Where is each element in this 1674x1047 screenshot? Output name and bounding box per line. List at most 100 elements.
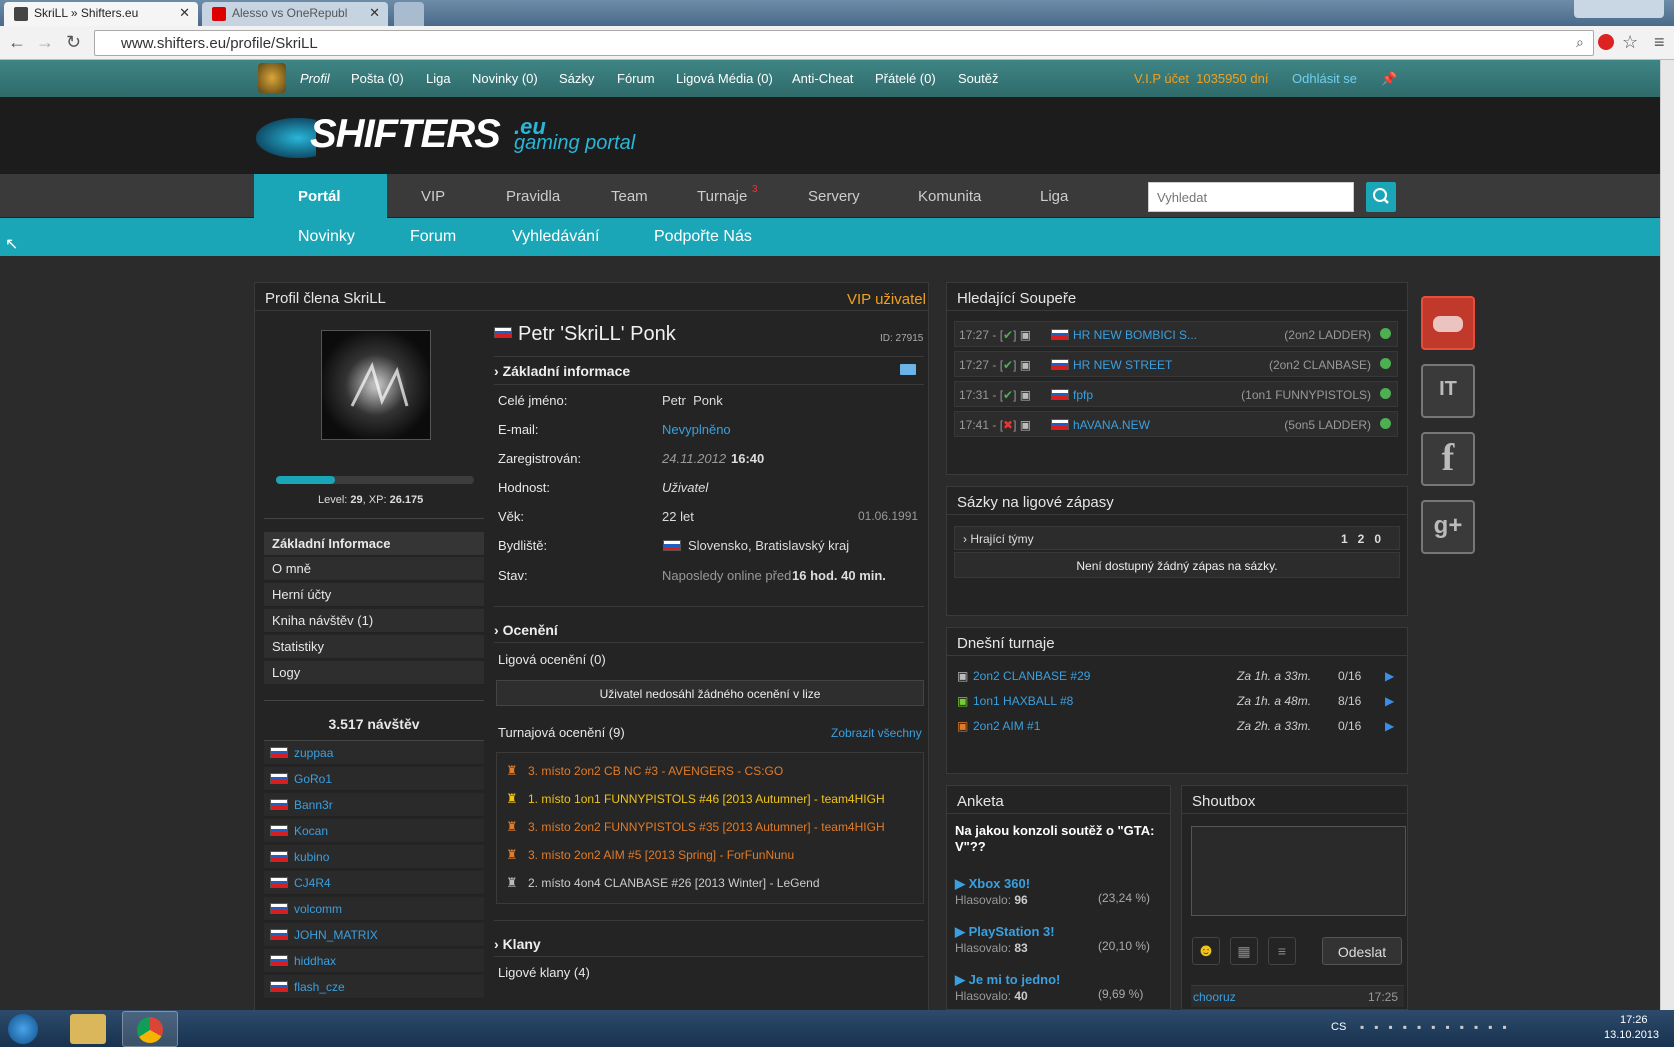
topbar-soutez[interactable]: Soutěž bbox=[958, 71, 998, 86]
visitor-item[interactable]: kubino bbox=[264, 845, 484, 869]
tab-shifters[interactable]: SkriLL » Shifters.eu ✕ bbox=[4, 2, 198, 26]
tab-youtube[interactable]: Alesso vs OneRepubl ✕ bbox=[202, 2, 388, 26]
it-icon[interactable]: IT bbox=[1421, 364, 1475, 418]
nav-turnaje[interactable]: Turnaje bbox=[697, 188, 747, 205]
sidemenu-game-accounts[interactable]: Herní účty bbox=[264, 583, 484, 607]
visitor-item[interactable]: JOHN_MATRIX bbox=[264, 923, 484, 947]
flag-icon bbox=[270, 799, 288, 810]
subnav-vyhledavani[interactable]: Vyhledávání bbox=[512, 228, 599, 246]
opponent-row[interactable]: 17:27 - [✔] ▣ HR NEW STREET (2on2 CLANBA… bbox=[954, 351, 1398, 377]
visitor-item[interactable]: CJ4R4 bbox=[264, 871, 484, 895]
poll-option[interactable]: ▶ PlayStation 3! bbox=[955, 924, 1055, 940]
window-controls[interactable] bbox=[1574, 0, 1664, 18]
topbar-posta[interactable]: Pošta (0) bbox=[351, 71, 404, 86]
award-item[interactable]: 2. místo 4on4 CLANBASE #26 [2013 Winter]… bbox=[528, 876, 948, 890]
nav-liga[interactable]: Liga bbox=[1040, 188, 1068, 205]
explorer-icon[interactable] bbox=[70, 1014, 106, 1044]
google-plus-icon[interactable]: g+ bbox=[1421, 500, 1475, 554]
visitor-item[interactable]: flash_cze bbox=[264, 975, 484, 999]
page-scrollbar[interactable] bbox=[1660, 60, 1674, 1010]
visitor-item[interactable]: Kocan bbox=[264, 819, 484, 843]
poll-option[interactable]: ▶ Xbox 360! bbox=[955, 876, 1030, 892]
visitor-item[interactable]: volcomm bbox=[264, 897, 484, 921]
subnav-forum[interactable]: Forum bbox=[410, 228, 456, 246]
nav-servery[interactable]: Servery bbox=[808, 188, 860, 205]
close-icon[interactable]: ✕ bbox=[179, 5, 190, 21]
topbar-novinky[interactable]: Novinky (0) bbox=[472, 71, 538, 86]
topbar-sazky[interactable]: Sázky bbox=[559, 71, 594, 86]
visitor-item[interactable]: zuppaa bbox=[264, 741, 484, 765]
sidemenu-about[interactable]: O mně bbox=[264, 557, 484, 581]
nav-portal[interactable]: Portál bbox=[298, 188, 341, 205]
nav-komunita[interactable]: Komunita bbox=[918, 188, 981, 205]
pin-icon[interactable]: 📌 bbox=[1381, 71, 1397, 87]
topbar-profil[interactable]: Profil bbox=[300, 71, 330, 86]
search-button[interactable] bbox=[1366, 182, 1396, 212]
topbar-pratele[interactable]: Přátelé (0) bbox=[875, 71, 936, 86]
subnav-podporte-nas[interactable]: Podpořte Nás bbox=[654, 228, 752, 246]
poll-option[interactable]: ▶ Je mi to jedno! bbox=[955, 972, 1060, 988]
nav-pravidla[interactable]: Pravidla bbox=[506, 188, 560, 205]
divider bbox=[1181, 813, 1408, 814]
visitor-name: volcomm bbox=[294, 902, 343, 916]
tournament-row[interactable]: ▣ 2on2 AIM #1 Za 2h. a 33m. 0/16 ▶ bbox=[957, 719, 1397, 739]
award-item[interactable]: 1. místo 1on1 FUNNYPISTOLS #46 [2013 Aut… bbox=[528, 792, 948, 806]
award-item[interactable]: 3. místo 2on2 CB NC #3 - AVENGERS - CS:G… bbox=[528, 764, 948, 778]
opponent-row[interactable]: 17:31 - [✔] ▣ fpfp (1on1 FUNNYPISTOLS) bbox=[954, 381, 1398, 407]
chrome-taskbar-button[interactable] bbox=[122, 1011, 178, 1047]
topbar-forum[interactable]: Fórum bbox=[617, 71, 655, 86]
poll-option-label: Je mi to jedno! bbox=[968, 972, 1061, 987]
star-icon[interactable]: ☆ bbox=[1622, 32, 1638, 53]
address-bar[interactable]: www.shifters.eu/profile/SkriLL bbox=[94, 30, 1594, 56]
facebook-icon[interactable]: f bbox=[1421, 432, 1475, 486]
menu-icon[interactable]: ≡ bbox=[1654, 32, 1665, 53]
smiley-icon[interactable]: ☻ bbox=[1192, 937, 1220, 965]
language-indicator[interactable]: CS bbox=[1331, 1021, 1346, 1033]
visitor-item[interactable]: hiddhax bbox=[264, 949, 484, 973]
tray-icons[interactable]: ▪▪▪▪▪▪▪▪▪▪▪ bbox=[1360, 1020, 1580, 1038]
playing-teams-row[interactable]: › Hrající týmy 120 bbox=[954, 526, 1400, 550]
play-icon[interactable]: ▶ bbox=[1385, 669, 1394, 683]
opponent-row[interactable]: 17:27 - [✔] ▣ HR NEW BOMBICI S... (2on2 … bbox=[954, 321, 1398, 347]
topbar-ligova-media[interactable]: Ligová Média (0) bbox=[676, 71, 773, 86]
tournament-row[interactable]: ▣ 2on2 CLANBASE #29 Za 1h. a 33m. 0/16 ▶ bbox=[957, 669, 1397, 689]
sidemenu-guestbook[interactable]: Kniha návštěv (1) bbox=[264, 609, 484, 633]
topbar-anticheat[interactable]: Anti-Cheat bbox=[792, 71, 853, 86]
email-icon[interactable] bbox=[900, 364, 916, 375]
reload-icon[interactable]: ↻ bbox=[66, 32, 81, 53]
search-input[interactable] bbox=[1148, 182, 1354, 212]
close-icon[interactable]: ✕ bbox=[369, 5, 380, 21]
sidemenu-basic-info[interactable]: Základní Informace bbox=[264, 532, 484, 556]
award-item[interactable]: 3. místo 2on2 FUNNYPISTOLS #35 [2013 Aut… bbox=[528, 820, 948, 834]
play-icon[interactable]: ▶ bbox=[1385, 694, 1394, 708]
nav-vip[interactable]: VIP bbox=[421, 188, 445, 205]
forward-icon[interactable]: → bbox=[36, 32, 54, 53]
show-all-link[interactable]: Zobrazit všechny bbox=[831, 726, 922, 740]
nav-team[interactable]: Team bbox=[611, 188, 648, 205]
sidemenu-statistics[interactable]: Statistiky bbox=[264, 635, 484, 659]
shout-user[interactable]: chooruz bbox=[1193, 990, 1236, 1004]
gaming-icon[interactable] bbox=[1421, 296, 1475, 350]
zoom-icon[interactable]: ⌕ bbox=[1576, 34, 1584, 51]
logout-link[interactable]: Odhlásit se bbox=[1292, 71, 1357, 86]
award-item[interactable]: 3. místo 2on2 AIM #5 [2013 Spring] - For… bbox=[528, 848, 948, 862]
new-tab-button[interactable] bbox=[394, 2, 424, 26]
visitor-item[interactable]: Bann3r bbox=[264, 793, 484, 817]
adblock-icon[interactable] bbox=[1598, 34, 1614, 50]
play-icon[interactable]: ▶ bbox=[1385, 719, 1394, 733]
back-icon[interactable]: ← bbox=[8, 32, 26, 53]
site-logo[interactable]: SHIFTERS bbox=[310, 112, 501, 157]
subnav-novinky[interactable]: Novinky bbox=[298, 228, 355, 246]
email-value[interactable]: Nevyplněno bbox=[662, 422, 731, 437]
shoutbox-input[interactable] bbox=[1191, 826, 1406, 916]
tournament-row[interactable]: ▣ 1on1 HAXBALL #8 Za 1h. a 48m. 8/16 ▶ bbox=[957, 694, 1397, 714]
avatar[interactable] bbox=[258, 63, 286, 93]
image-icon[interactable]: ▦ bbox=[1230, 937, 1258, 965]
start-button[interactable] bbox=[8, 1014, 38, 1044]
send-button[interactable]: Odeslat bbox=[1322, 937, 1402, 965]
format-icon[interactable]: ≡ bbox=[1268, 937, 1296, 965]
visitor-item[interactable]: GoRo1 bbox=[264, 767, 484, 791]
sidemenu-logs[interactable]: Logy bbox=[264, 661, 484, 685]
opponent-row[interactable]: 17:41 - [✖] ▣ hAVANA.NEW (5on5 LADDER) bbox=[954, 411, 1398, 437]
topbar-liga[interactable]: Liga bbox=[426, 71, 451, 86]
